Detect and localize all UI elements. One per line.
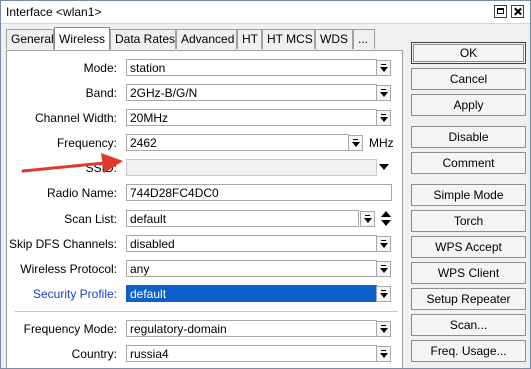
red-arrow-icon — [21, 153, 123, 173]
tab-wireless[interactable]: Wireless — [54, 27, 110, 50]
interface-window: Interface <wlan1> General Wireless Data … — [0, 0, 531, 369]
